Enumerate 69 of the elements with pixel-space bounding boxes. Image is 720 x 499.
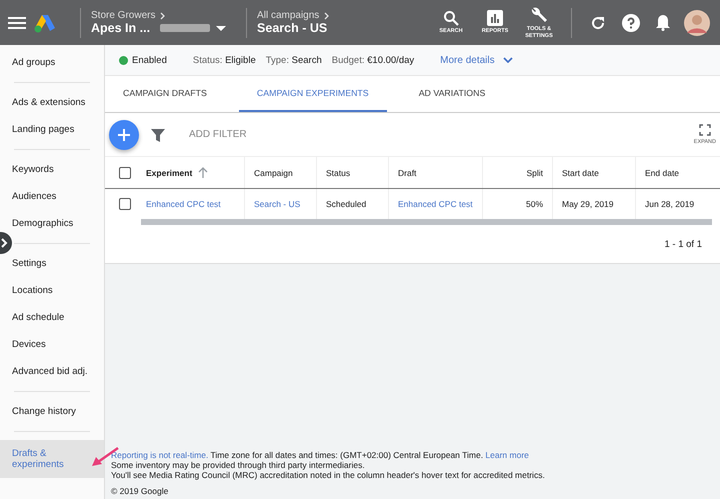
sidebar-item[interactable]: Settings [12, 250, 104, 277]
table-link[interactable]: Search - US [254, 199, 300, 209]
sidebar-item[interactable]: Demographics [12, 210, 104, 237]
add-filter-button[interactable]: ADD FILTER [189, 129, 247, 140]
sidebar-item[interactable]: Advanced bid adj. [12, 358, 104, 385]
bar-chart-icon [487, 10, 503, 26]
table-cell: Scheduled [326, 199, 366, 209]
copyright: © 2019 Google [111, 486, 170, 496]
footer-note: Reporting is not real-time. Time zone for all dates and times: (GMT+02:00) Central European Time. Learn more [111, 450, 530, 460]
learn-more-link[interactable]: Learn more [485, 450, 529, 460]
column-header[interactable]: Draft [398, 168, 416, 178]
column-header[interactable]: Status [326, 168, 350, 178]
select-all-checkbox[interactable] [119, 166, 131, 178]
account-label: Store Growers [91, 10, 156, 21]
campaign-name[interactable]: Search - US [257, 21, 330, 35]
sidebar-item[interactable]: Ad schedule [12, 304, 104, 331]
expand-icon [698, 124, 711, 136]
menu-icon[interactable] [8, 16, 26, 28]
notifications-icon[interactable] [656, 14, 670, 31]
filter-icon[interactable] [151, 128, 165, 142]
sidebar-item[interactable]: Locations [12, 277, 104, 304]
dropdown-icon[interactable] [216, 26, 226, 30]
summary-field: Type: Search [266, 54, 322, 66]
row-checkbox[interactable] [119, 198, 131, 210]
table-cell: May 29, 2019 [562, 199, 614, 209]
logo-icon[interactable] [34, 12, 56, 32]
footer-note: Some inventory may be provided through third party intermediaries. [111, 460, 366, 470]
avatar[interactable] [684, 10, 710, 36]
add-button[interactable] [109, 120, 139, 150]
pagination-text: 1 - 1 of 1 [664, 238, 702, 250]
refresh-icon[interactable] [590, 14, 606, 30]
chevron-right-icon [160, 12, 166, 20]
sidebar-item[interactable]: Change history [12, 398, 104, 425]
sidebar-item[interactable]: Keywords [12, 156, 104, 183]
blurred-account-id [160, 24, 210, 32]
realtime-link[interactable]: Reporting is not real-time. [111, 450, 208, 460]
column-header[interactable]: Experiment [146, 168, 192, 178]
summary-field: Budget: €10.00/day [332, 54, 414, 66]
summary-field: Status: Eligible [192, 54, 256, 66]
tab[interactable]: CAMPAIGN DRAFTS [105, 76, 225, 112]
sort-arrow-icon[interactable] [198, 167, 208, 178]
sidebar-item[interactable]: Devices [12, 331, 104, 358]
more-details-button[interactable]: More details [440, 54, 513, 66]
footer-note: You'll see Media Rating Council (MRC) accreditation noted in the column header's hover text for accredited metrics. [111, 470, 546, 480]
campaign-label: All campaigns [257, 10, 320, 21]
table-cell: 50% [526, 199, 543, 209]
column-header[interactable]: Campaign [254, 168, 293, 178]
tab[interactable]: AD VARIATIONS [400, 76, 504, 112]
sidebar-item[interactable]: Ads & extensions [12, 89, 104, 116]
table-link[interactable]: Enhanced CPC test [398, 199, 473, 209]
search-icon [443, 10, 459, 26]
chevron-down-icon [502, 57, 513, 63]
wrench-icon [530, 6, 548, 24]
table-cell: Jun 28, 2019 [645, 199, 694, 209]
table-link[interactable]: Enhanced CPC test [146, 199, 221, 209]
sidebar-item[interactable]: Drafts & experiments [0, 440, 104, 478]
sidebar-item[interactable]: Audiences [12, 183, 104, 210]
sidebar-item[interactable]: Landing pages [12, 116, 104, 143]
help-icon[interactable] [622, 14, 640, 32]
horizontal-scrollbar[interactable] [141, 219, 712, 225]
sidebar-item[interactable]: Ad groups [12, 49, 104, 76]
collapse-toggle-icon[interactable] [0, 232, 12, 254]
chevron-right-icon [324, 12, 330, 20]
column-header[interactable]: Start date [562, 168, 599, 178]
column-header[interactable]: End date [645, 168, 680, 178]
account-name[interactable]: Apes In ... [91, 21, 150, 35]
plus-icon [117, 128, 131, 142]
campaign-state: Enabled [132, 54, 167, 66]
column-header[interactable]: Split [526, 168, 543, 178]
